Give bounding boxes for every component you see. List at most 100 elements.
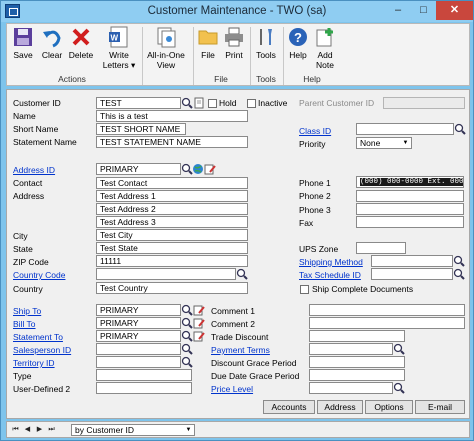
help-button[interactable]: ? Help: [286, 26, 310, 60]
hold-checkbox[interactable]: [208, 99, 217, 108]
customer-id-label: Customer ID: [13, 98, 61, 108]
add-note-button[interactable]: Add Note: [312, 26, 338, 70]
tools-button[interactable]: Tools: [254, 26, 278, 60]
ship-to-label[interactable]: Ship To: [13, 306, 41, 317]
salesperson-id-field[interactable]: [96, 343, 181, 355]
statement-to-label[interactable]: Statement To: [13, 332, 63, 343]
ups-zone-field[interactable]: [356, 242, 406, 254]
statement-name-field[interactable]: TEST STATEMENT NAME: [96, 136, 248, 148]
address-line-1-field[interactable]: Test Address 1: [96, 190, 248, 202]
next-record-icon[interactable]: ▶: [34, 425, 45, 435]
address-line-3-field[interactable]: Test Address 3: [96, 216, 248, 228]
ribbon-toolbar: Save Clear Delete W Write Letters ▾ All-…: [6, 23, 470, 86]
zip-code-field[interactable]: 11111: [96, 255, 248, 267]
lookup-icon[interactable]: [453, 255, 465, 267]
maximize-button[interactable]: □: [411, 1, 436, 20]
phone2-field[interactable]: [356, 190, 464, 202]
save-button[interactable]: Save: [10, 26, 36, 60]
delete-button[interactable]: Delete: [67, 26, 95, 60]
previous-record-icon[interactable]: ◀: [22, 425, 33, 435]
address-id-field[interactable]: PRIMARY: [96, 163, 181, 175]
lookup-icon[interactable]: [181, 304, 193, 316]
all-in-one-view-button[interactable]: All-in-One View: [144, 26, 188, 70]
print-label: Print: [225, 50, 243, 60]
priority-dropdown[interactable]: None ▼: [356, 137, 412, 149]
statement-to-field[interactable]: PRIMARY: [96, 330, 181, 342]
phone3-field[interactable]: [356, 203, 464, 215]
clear-button[interactable]: Clear: [39, 26, 65, 60]
shipping-method-label[interactable]: Shipping Method: [299, 257, 363, 268]
tax-schedule-id-label[interactable]: Tax Schedule ID: [299, 270, 361, 281]
lookup-icon[interactable]: [181, 317, 193, 329]
salesperson-id-label[interactable]: Salesperson ID: [13, 345, 71, 356]
type-field[interactable]: [96, 369, 192, 381]
status-bar: ⏮ ◀ ▶ ⏭ by Customer ID ▼: [6, 421, 470, 438]
lookup-icon[interactable]: [181, 343, 193, 355]
city-field[interactable]: Test City: [96, 229, 248, 241]
lookup-icon[interactable]: [453, 268, 465, 280]
class-id-label[interactable]: Class ID: [299, 126, 331, 137]
comment2-field[interactable]: [309, 317, 465, 329]
lookup-icon[interactable]: [181, 330, 193, 342]
shipping-method-field[interactable]: [371, 255, 453, 267]
tax-schedule-id-field[interactable]: [371, 268, 453, 280]
first-record-icon[interactable]: ⏮: [10, 425, 21, 435]
ship-to-field[interactable]: PRIMARY: [96, 304, 181, 316]
country-field[interactable]: Test Country: [96, 282, 248, 294]
comment1-field[interactable]: [309, 304, 465, 316]
minimize-button[interactable]: –: [385, 1, 411, 20]
bill-to-field[interactable]: PRIMARY: [96, 317, 181, 329]
payment-terms-label[interactable]: Payment Terms: [211, 345, 270, 356]
tools-group-label: Tools: [256, 74, 276, 84]
customer-id-field[interactable]: TEST: [96, 97, 181, 109]
address-button[interactable]: Address: [317, 400, 363, 414]
trade-discount-field[interactable]: [309, 330, 405, 342]
lookup-icon[interactable]: [393, 343, 405, 355]
lookup-icon[interactable]: [236, 268, 248, 280]
inactive-checkbox[interactable]: [247, 99, 256, 108]
address-id-label[interactable]: Address ID: [13, 165, 55, 176]
price-level-label[interactable]: Price Level: [211, 384, 253, 395]
phone3-label: Phone 3: [299, 205, 331, 215]
note-pencil-icon[interactable]: [204, 163, 216, 175]
print-button[interactable]: Print: [222, 26, 246, 60]
address-label: Address: [13, 191, 45, 201]
close-button[interactable]: ✕: [436, 1, 473, 20]
phone1-field[interactable]: (000) 000-0000 Ext. 0000: [356, 176, 464, 188]
country-code-label[interactable]: Country Code: [13, 270, 65, 281]
ship-complete-checkbox[interactable]: [300, 285, 309, 294]
lookup-icon[interactable]: [181, 97, 193, 109]
contact-field[interactable]: Test Contact: [96, 177, 248, 189]
note-pencil-icon[interactable]: [193, 317, 205, 329]
accounts-button[interactable]: Accounts: [263, 400, 315, 414]
write-letters-button[interactable]: W Write Letters ▾: [99, 26, 139, 70]
territory-id-field[interactable]: [96, 356, 181, 368]
lookup-icon[interactable]: [181, 356, 193, 368]
note-icon[interactable]: [193, 97, 205, 109]
discount-grace-period-field[interactable]: [309, 356, 405, 368]
user-defined-2-field[interactable]: [96, 382, 192, 394]
fax-field[interactable]: [356, 216, 464, 228]
note-pencil-icon[interactable]: [193, 330, 205, 342]
lookup-icon[interactable]: [393, 382, 405, 394]
file-button[interactable]: File: [197, 26, 219, 60]
note-pencil-icon[interactable]: [193, 304, 205, 316]
price-level-field[interactable]: [309, 382, 393, 394]
due-date-grace-period-field[interactable]: [309, 369, 405, 381]
territory-id-label[interactable]: Territory ID: [13, 358, 55, 369]
name-field[interactable]: This is a test: [96, 110, 248, 122]
options-button[interactable]: Options: [365, 400, 413, 414]
address-line-2-field[interactable]: Test Address 2: [96, 203, 248, 215]
country-code-field[interactable]: [96, 268, 236, 280]
class-id-field[interactable]: [356, 123, 454, 135]
globe-icon[interactable]: [192, 163, 204, 175]
last-record-icon[interactable]: ⏭: [46, 425, 57, 435]
user-defined-2-label: User-Defined 2: [13, 384, 71, 394]
email-button[interactable]: E-mail: [415, 400, 465, 414]
lookup-icon[interactable]: [454, 123, 466, 135]
payment-terms-field[interactable]: [309, 343, 393, 355]
bill-to-label[interactable]: Bill To: [13, 319, 36, 330]
state-field[interactable]: Test State: [96, 242, 248, 254]
sort-by-dropdown[interactable]: by Customer ID ▼: [71, 424, 195, 436]
short-name-field[interactable]: TEST SHORT NAME: [96, 123, 186, 135]
